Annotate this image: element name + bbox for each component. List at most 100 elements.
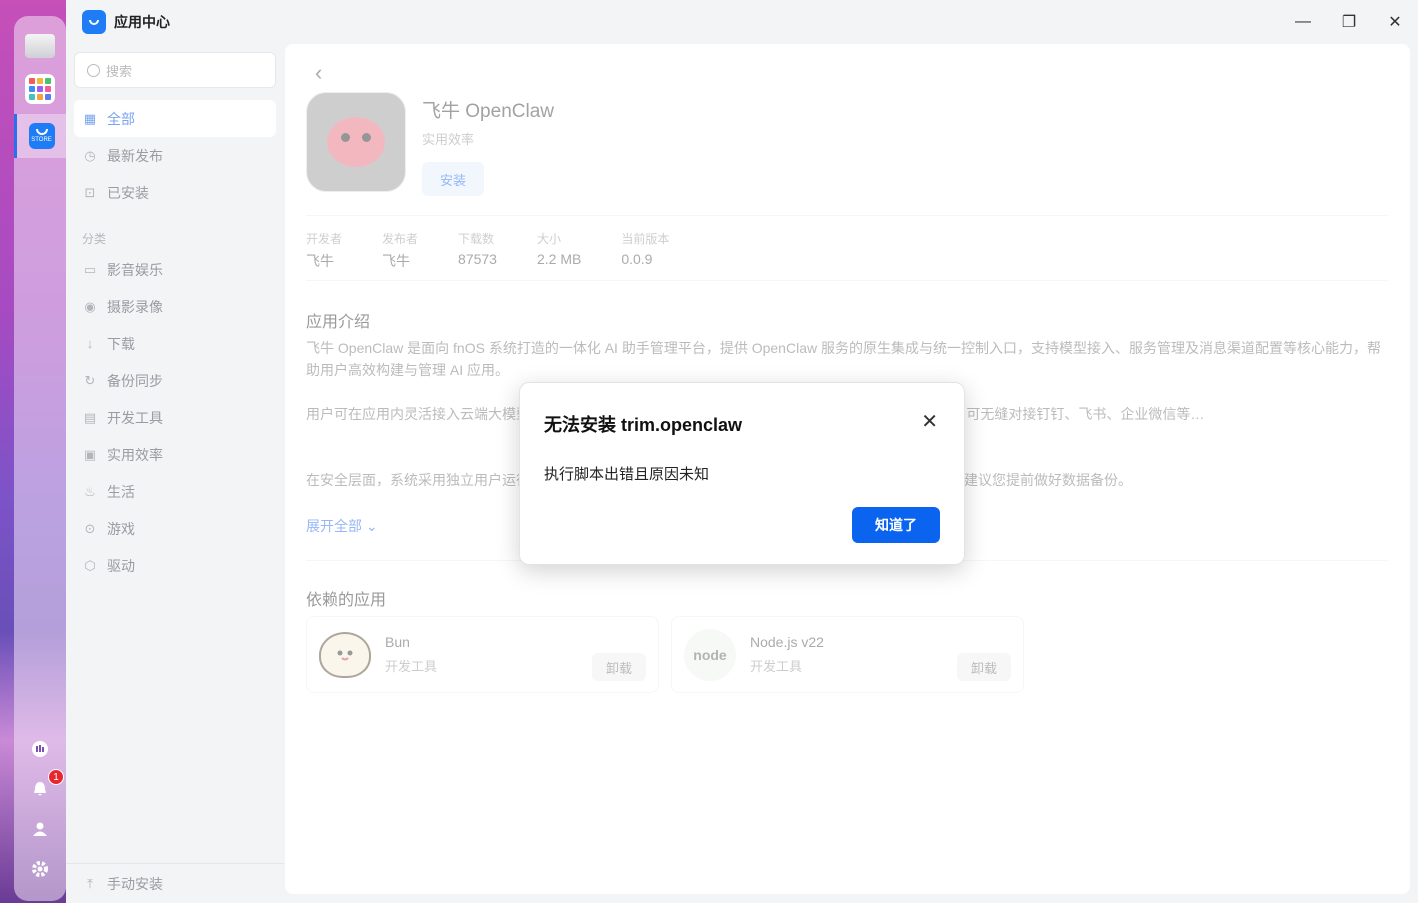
app-launcher-icon[interactable] bbox=[25, 74, 55, 104]
installed-icon: ⊡ bbox=[84, 184, 96, 200]
category-label: 分类 bbox=[82, 232, 107, 246]
close-icon[interactable]: ✕ bbox=[921, 409, 938, 434]
dependency-name: Bun bbox=[385, 634, 410, 650]
sidebar-category-item-8[interactable]: ⊙ 游戏 bbox=[74, 510, 276, 547]
nav-list: ▦ 全部 ◷ 最新发布 ⊡ 已安装 bbox=[74, 100, 276, 211]
divider bbox=[306, 215, 1389, 216]
app-header: 飞牛 OpenClaw 实用效率 安装 bbox=[306, 92, 554, 196]
meta-value: 飞牛 bbox=[306, 253, 334, 269]
bun-logo bbox=[319, 631, 371, 678]
sidebar-category-item-label: 开发工具 bbox=[107, 409, 163, 426]
meta-key: 当前版本 bbox=[621, 232, 670, 246]
life-icon: ♨ bbox=[84, 483, 96, 499]
meta-key: 下载数 bbox=[458, 232, 495, 246]
sidebar-nav-item-3[interactable]: ⊡ 已安装 bbox=[74, 174, 276, 211]
app-name: 飞牛 OpenClaw bbox=[422, 101, 554, 122]
app-store-icon: STORE bbox=[28, 123, 55, 149]
meta-value: 0.0.9 bbox=[621, 251, 653, 267]
cube-icon: ⬡ bbox=[84, 557, 96, 573]
minimize-button[interactable]: — bbox=[1280, 0, 1326, 44]
maximize-button[interactable]: ❐ bbox=[1326, 0, 1372, 44]
settings-gear-icon[interactable] bbox=[28, 857, 52, 881]
sidebar-category-item-5[interactable]: ▤ 开发工具 bbox=[74, 399, 276, 436]
grid-icon: ▦ bbox=[83, 110, 97, 126]
sidebar-category-item-9[interactable]: ⬡ 驱动 bbox=[74, 547, 276, 584]
expand-all-link[interactable]: 展开全部 ⌄ bbox=[306, 516, 378, 536]
nodejs-logo: node bbox=[684, 628, 736, 681]
sidebar-nav-item-2[interactable]: ◷ 最新发布 bbox=[74, 137, 276, 174]
search-input[interactable]: 搜索 bbox=[74, 52, 276, 88]
sidebar-category-item-1[interactable]: ▭ 影音娱乐 bbox=[74, 251, 276, 288]
window-title: 应用中心 bbox=[114, 14, 170, 30]
meta-value: 飞牛 bbox=[382, 253, 411, 269]
search-placeholder: 搜索 bbox=[106, 63, 133, 79]
meta-field: 大小 2.2 MB bbox=[537, 230, 581, 271]
desktop-monitor-icon[interactable] bbox=[25, 34, 55, 58]
code-icon: ▤ bbox=[83, 409, 97, 425]
chevron-down-icon: ⌄ bbox=[365, 518, 378, 534]
sidebar-category-item-2[interactable]: ◉ 摄影录像 bbox=[74, 288, 276, 325]
briefcase-icon: ▣ bbox=[83, 446, 97, 462]
sidebar-category-item-3[interactable]: ↓ 下载 bbox=[74, 325, 276, 362]
dependency-name: Node.js v22 bbox=[750, 634, 824, 650]
dock-app-store[interactable]: STORE bbox=[14, 114, 66, 158]
app-meta: 开发者 飞牛 发布者 飞牛 下载数 87573 大小 2.2 MB 当前版本 0.0.9 bbox=[306, 230, 709, 271]
notification-bell-icon[interactable]: 1 bbox=[28, 769, 64, 801]
meta-key: 开发者 bbox=[306, 232, 343, 246]
close-window-button[interactable]: ✕ bbox=[1372, 0, 1418, 44]
app-category: 实用效率 bbox=[422, 132, 475, 147]
uninstall-button[interactable]: 卸载 bbox=[957, 653, 1011, 681]
dependency-card-node[interactable]: node Node.js v22 开发工具 卸载 bbox=[671, 616, 1024, 693]
sidebar-category-item-4[interactable]: ↻ 备份同步 bbox=[74, 362, 276, 399]
notification-badge: 1 bbox=[48, 769, 64, 785]
back-chevron-icon[interactable]: ‹ bbox=[315, 60, 322, 86]
sidebar-nav-item-label: 全部 bbox=[107, 110, 135, 127]
sidebar-category-item-label: 实用效率 bbox=[107, 446, 163, 463]
sidebar-nav-item-label: 已安装 bbox=[107, 184, 149, 201]
sidebar-category-item-label: 驱动 bbox=[107, 557, 135, 574]
category-list: ▭ 影音娱乐 ◉ 摄影录像 ↓ 下载 ↻ 备份同步 ▤ 开发工具 ▣ 实用效率 ♨ 生活 ⊙ 游戏 ⬡ 驱动 bbox=[74, 251, 276, 584]
sidebar-category-item-label: 生活 bbox=[107, 483, 135, 500]
title-bar: 应用中心 — ❐ ✕ bbox=[66, 0, 1418, 44]
download-icon: ↓ bbox=[86, 336, 94, 351]
sync-icon: ↻ bbox=[84, 372, 96, 388]
app-store-icon bbox=[82, 10, 106, 34]
app-logo bbox=[306, 92, 406, 192]
manual-install-button[interactable]: ⤒ 手动安装 bbox=[66, 863, 284, 903]
clock-icon: ◷ bbox=[84, 147, 96, 163]
sidebar-nav-item-label: 最新发布 bbox=[107, 147, 163, 164]
sidebar-category-item-label: 备份同步 bbox=[107, 372, 163, 389]
upload-icon: ⤒ bbox=[87, 875, 93, 891]
camera-icon: ◉ bbox=[84, 298, 96, 314]
meta-field: 发布者 飞牛 bbox=[382, 230, 418, 271]
sidebar-category-item-6[interactable]: ▣ 实用效率 bbox=[74, 436, 276, 473]
meta-key: 发布者 bbox=[382, 232, 419, 246]
ok-button[interactable]: 知道了 bbox=[852, 507, 940, 543]
dock: STORE 1 bbox=[14, 16, 66, 901]
install-button[interactable]: 安装 bbox=[422, 162, 484, 196]
manual-install-label: 手动安装 bbox=[107, 875, 163, 892]
sidebar-category-item-label: 摄影录像 bbox=[107, 298, 163, 315]
dependency-category: 开发工具 bbox=[750, 659, 803, 674]
deps-title: 依赖的应用 bbox=[306, 592, 387, 609]
sidebar-category-item-7[interactable]: ♨ 生活 bbox=[74, 473, 276, 510]
dialog-message: 执行脚本出错且原因未知 bbox=[544, 466, 710, 483]
divider bbox=[306, 280, 1389, 281]
dependency-card-bun[interactable]: Bun 开发工具 卸载 bbox=[306, 616, 659, 693]
network-icon[interactable] bbox=[28, 737, 52, 761]
sidebar-category-item-label: 影音娱乐 bbox=[107, 261, 163, 278]
description-paragraph: 飞牛 OpenClaw 是面向 fnOS 系统打造的一体化 AI 助手管理平台，… bbox=[306, 340, 1381, 378]
sidebar-nav-item-1[interactable]: ▦ 全部 bbox=[74, 100, 276, 137]
install-error-dialog: 无法安装 trim.openclaw ✕ 执行脚本出错且原因未知 知道了 bbox=[519, 382, 965, 565]
meta-key: 大小 bbox=[536, 232, 561, 246]
sidebar: 搜索 ▦ 全部 ◷ 最新发布 ⊡ 已安装 分类 ▭ 影音娱乐 ◉ 摄影录像 ↓ 下载 ↻ 备份同步 ▤ 开发… bbox=[66, 44, 284, 903]
meta-value: 87573 bbox=[458, 251, 497, 267]
dependency-category: 开发工具 bbox=[385, 659, 438, 674]
intro-title: 应用介绍 bbox=[306, 314, 371, 331]
video-icon: ▭ bbox=[83, 261, 97, 277]
gamepad-icon: ⊙ bbox=[84, 520, 96, 536]
uninstall-button[interactable]: 卸载 bbox=[592, 653, 646, 681]
user-icon[interactable] bbox=[28, 817, 52, 841]
search-icon bbox=[87, 63, 100, 77]
sidebar-category-item-label: 游戏 bbox=[107, 520, 135, 537]
